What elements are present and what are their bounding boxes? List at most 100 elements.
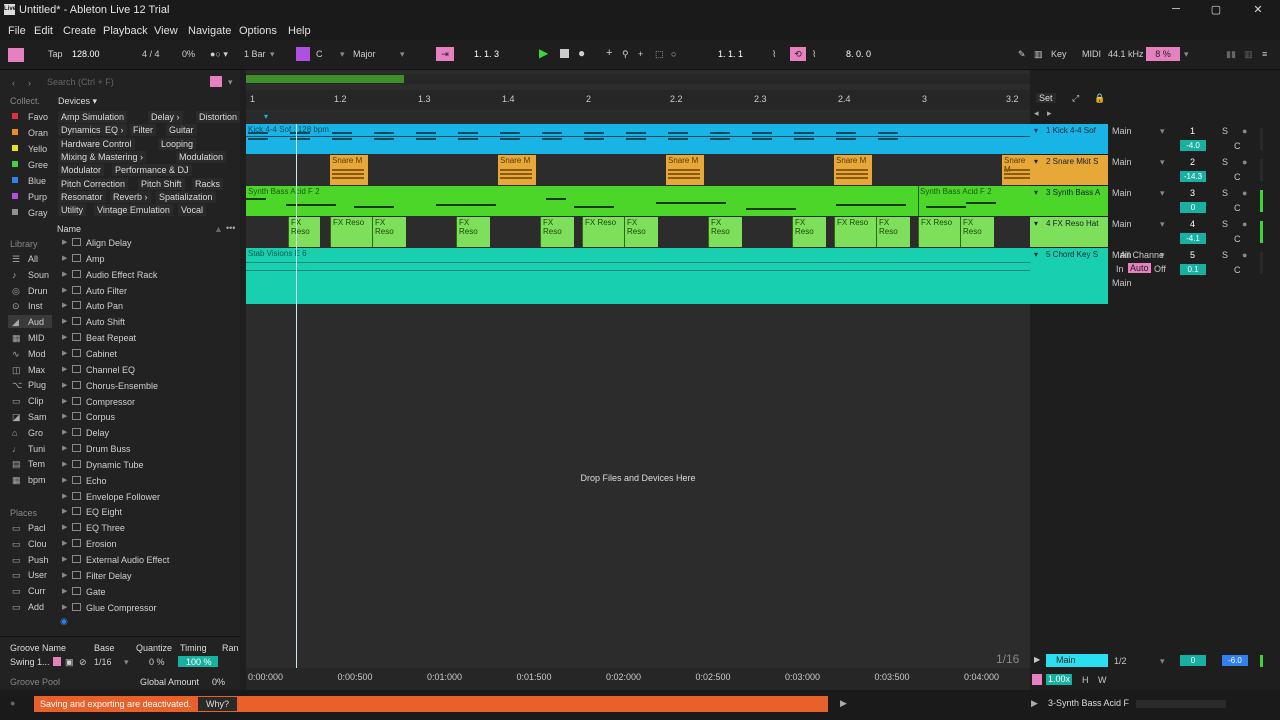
time-ruler[interactable]: 0:00:000 0:00:500 0:01:000 0:01:500 0:02:000… xyxy=(246,668,1030,690)
track-name[interactable]: 2 Snare Mkit S xyxy=(1046,157,1106,166)
solo-button[interactable]: S xyxy=(1222,157,1228,167)
place-item[interactable]: Push xyxy=(28,555,49,565)
beat-ruler[interactable]: 1 1.2 1.3 1.4 2 2.2 2.3 2.4 3 3.2 xyxy=(246,90,1030,110)
track-fold-icon[interactable]: ▾ xyxy=(1034,219,1038,228)
groove-quantize-value[interactable]: 0 % xyxy=(149,657,165,667)
category-tag[interactable]: Delay › xyxy=(148,111,183,123)
library-item[interactable]: Aud xyxy=(28,317,44,327)
solo-button[interactable]: S xyxy=(1222,219,1228,229)
expand-arrow-icon[interactable]: ▶ xyxy=(62,603,67,611)
loop-toggle-icon[interactable]: ⟲ xyxy=(790,47,806,61)
grid-label[interactable]: 1/16 xyxy=(996,652,1019,666)
devices-filter[interactable]: Devices ▾ xyxy=(58,96,97,107)
groove-name[interactable]: Swing 1... xyxy=(10,657,50,667)
fx-reso-clip[interactable]: FX Reso xyxy=(834,217,876,247)
global-amount-value[interactable]: 0% xyxy=(212,677,225,687)
fx-reso-clip[interactable]: FX Reso xyxy=(792,217,826,247)
browser-list-item[interactable]: ▶ Auto Pan xyxy=(60,299,230,314)
library-item[interactable]: Soun xyxy=(28,270,49,280)
category-tag[interactable]: Distortion xyxy=(196,111,241,123)
expand-arrow-icon[interactable]: ▶ xyxy=(62,523,67,531)
track-pan[interactable]: C xyxy=(1234,265,1241,275)
key-root-select[interactable]: C xyxy=(316,49,323,59)
expand-arrow-icon[interactable]: ▶ xyxy=(62,397,67,405)
collection-yello[interactable]: Yello xyxy=(28,144,47,154)
expand-arrow-icon[interactable]: ▶ xyxy=(62,507,67,515)
menu-create[interactable]: Create xyxy=(63,25,96,37)
place-item[interactable]: Curr xyxy=(28,586,46,596)
monitor-auto-button[interactable]: Auto xyxy=(1128,263,1151,273)
track-pan[interactable]: C xyxy=(1234,172,1241,182)
browser-list-item[interactable]: ▶ Align Delay xyxy=(60,236,230,251)
fx-reso-clip[interactable]: FX Reso xyxy=(918,217,960,247)
track-output-routing[interactable]: Main xyxy=(1112,157,1132,167)
expand-arrow-icon[interactable]: ▶ xyxy=(62,555,67,563)
collection-blue[interactable]: Blue xyxy=(28,176,46,186)
overview-window[interactable] xyxy=(246,75,404,83)
track-output-routing[interactable]: Main xyxy=(1112,278,1132,288)
browser-list-item[interactable]: ▶ Erosion xyxy=(60,537,230,552)
category-tag[interactable]: Mixing & Mastering › xyxy=(58,150,147,163)
library-item[interactable]: MID xyxy=(28,333,45,343)
scale-select[interactable]: Major xyxy=(353,49,376,59)
forward-icon[interactable]: › xyxy=(28,78,31,88)
tempo-field[interactable]: 128.00 xyxy=(72,49,100,59)
fx-reso-clip[interactable]: FX Reso xyxy=(708,217,742,247)
track-zoom-icon[interactable] xyxy=(1032,674,1042,685)
keyboard-icon[interactable]: ▥ xyxy=(1034,49,1043,60)
fx-reso-clip[interactable]: FX Reso xyxy=(876,217,910,247)
track-name[interactable]: 5 Chord Key S xyxy=(1046,250,1106,259)
why-button[interactable]: Why? xyxy=(198,697,238,711)
snare-clip[interactable]: Snare M xyxy=(330,155,368,185)
track-lane-1[interactable]: Kick 4-4 Sof : 128 bpm xyxy=(246,124,1030,154)
groove-base-chevron-icon[interactable]: ▾ xyxy=(124,657,129,668)
library-item[interactable]: Gro xyxy=(28,428,43,438)
track-lane-5[interactable]: Stab Visions E 6 xyxy=(246,248,1030,304)
expand-arrow-icon[interactable]: ▶ xyxy=(62,365,67,373)
playhead[interactable] xyxy=(296,124,297,668)
midi-map-button[interactable]: MIDI xyxy=(1082,49,1101,59)
track-pan[interactable]: C xyxy=(1234,203,1241,213)
track-lane-3[interactable]: Synth Bass Acid F 2 Synth Bass Acid F 2 xyxy=(246,186,1030,216)
browser-list-item[interactable]: ▶ Glue Compressor xyxy=(60,601,230,616)
browser-list-item[interactable]: ▶ External Audio Effect xyxy=(60,553,230,568)
category-tag[interactable]: Vocal xyxy=(178,204,207,217)
fx-reso-clip[interactable]: FX Reso xyxy=(456,217,490,247)
category-tag[interactable]: Resonator xyxy=(58,190,106,203)
follow-icon[interactable]: ⇥ xyxy=(436,47,454,61)
snare-clip[interactable]: Snare M xyxy=(666,155,704,185)
punch-out-icon[interactable]: ⌇ xyxy=(812,49,816,60)
lock-icon[interactable]: 🔒 xyxy=(1094,93,1105,104)
track-pan[interactable]: C xyxy=(1234,234,1241,244)
routing-chevron-icon[interactable]: ▾ xyxy=(1160,126,1165,137)
track-volume[interactable]: 0 xyxy=(1180,202,1206,213)
browser-list-item[interactable]: ▶ Envelope Follower xyxy=(60,490,230,505)
browser-list-item[interactable]: ▶ Filter Delay xyxy=(60,569,230,584)
monitor-in-button[interactable]: In xyxy=(1116,264,1124,274)
expand-arrow-icon[interactable]: ▶ xyxy=(62,492,67,500)
library-item[interactable]: Plug xyxy=(28,380,46,390)
menu-options[interactable]: Options xyxy=(239,25,277,37)
library-item[interactable]: Inst xyxy=(28,301,43,311)
fx-reso-clip[interactable]: FX Reso xyxy=(540,217,574,247)
master-volume[interactable]: -6.0 xyxy=(1222,655,1248,666)
menu-playback[interactable]: Playback xyxy=(103,25,148,37)
hot-swap-icon[interactable]: ◉ xyxy=(60,616,68,627)
groove-save-icon[interactable]: ▣ xyxy=(65,657,74,668)
groove-amount[interactable]: 0% xyxy=(182,49,195,59)
track-number[interactable]: 4 xyxy=(1190,219,1195,229)
track-number[interactable]: 3 xyxy=(1190,188,1195,198)
browser-list-item[interactable]: ▶ Cabinet xyxy=(60,347,230,362)
category-tag[interactable]: Pitch Shift xyxy=(138,177,185,190)
track-fold-icon[interactable]: ▾ xyxy=(1034,188,1038,197)
browser-list-item[interactable]: ▶ EQ Three xyxy=(60,521,230,536)
category-tag[interactable]: Dynamics xyxy=(58,124,104,137)
groove-timing-slider[interactable]: 100 % xyxy=(178,656,218,667)
arrangement-position[interactable]: 1. 1. 3 xyxy=(474,49,499,59)
track-fold-icon[interactable]: ▾ xyxy=(1034,126,1038,135)
loop-length[interactable]: 8. 0. 0 xyxy=(846,49,871,59)
track-output-routing[interactable]: Main xyxy=(1112,219,1132,229)
menu-view[interactable]: View xyxy=(154,25,178,37)
fx-reso-clip[interactable]: FX Reso xyxy=(624,217,658,247)
track-lane-4[interactable]: FX Reso FX Reso FX Reso FX Reso FX Reso FX Re… xyxy=(246,217,1030,247)
